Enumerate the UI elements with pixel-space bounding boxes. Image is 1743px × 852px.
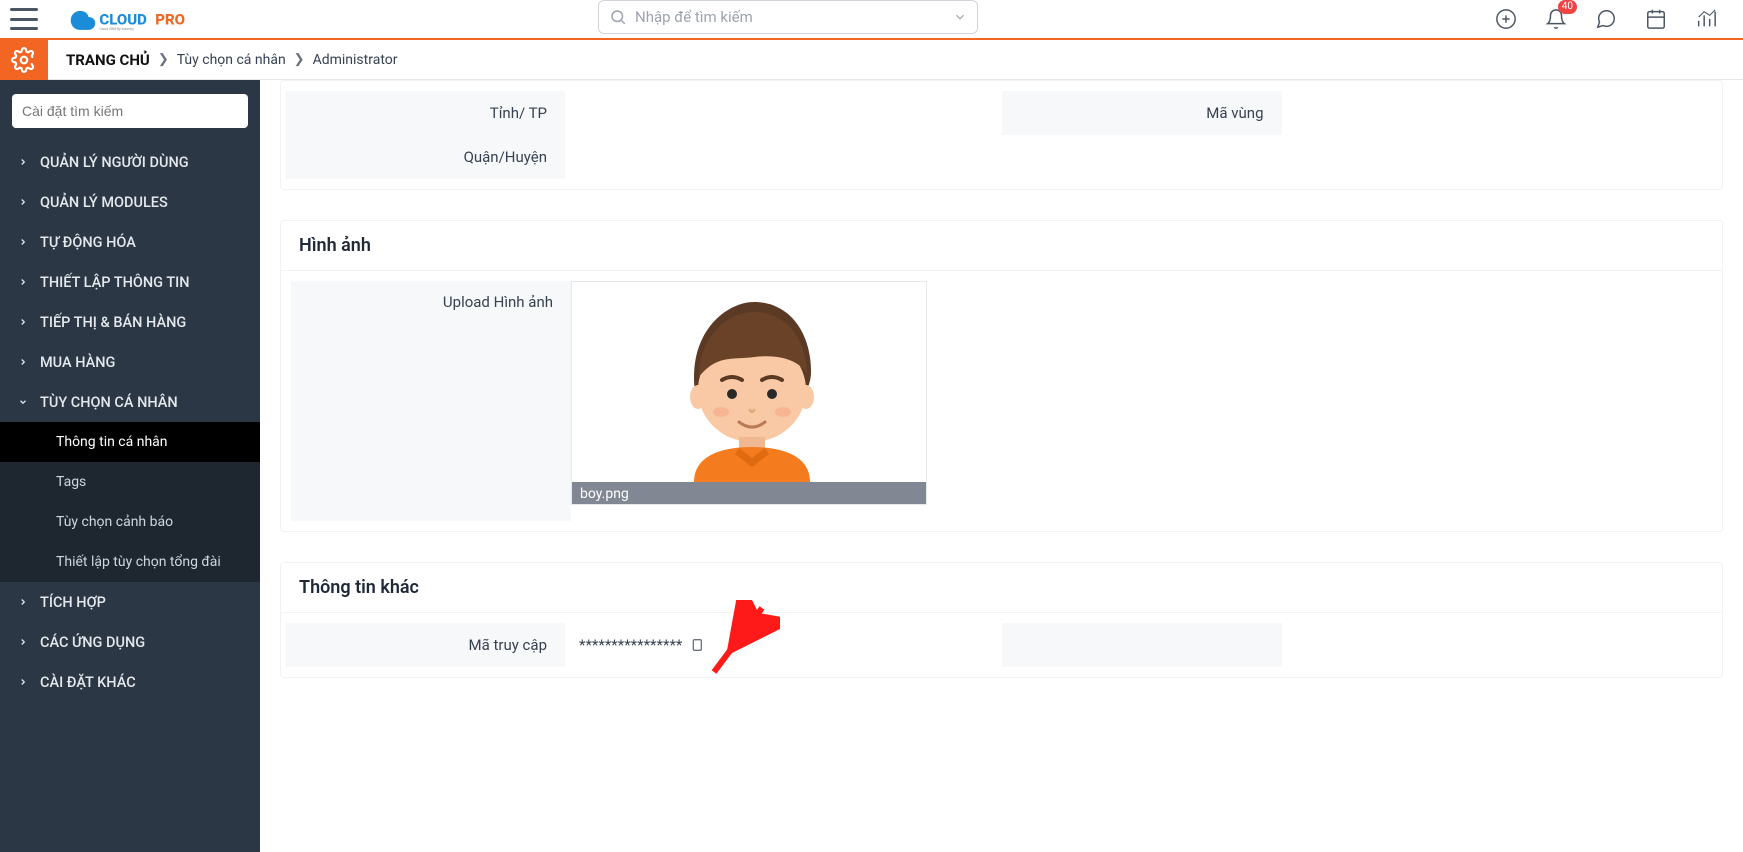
other-info-panel: Thông tin khác Mã truy cập *************… (280, 562, 1723, 678)
avatar-image (572, 282, 926, 482)
sidebar-item-purchase[interactable]: MUA HÀNG (0, 342, 260, 382)
breadcrumb: TRANG CHỦ ❯ Tùy chọn cá nhân ❯ Administr… (48, 40, 1743, 80)
plus-circle-icon (1495, 8, 1517, 30)
sidebar-item-label: TÙY CHỌN CÁ NHÂN (40, 394, 178, 411)
value-province (565, 91, 1002, 135)
notifications-button[interactable]: 40 (1545, 8, 1567, 30)
svg-text:CLOUD: CLOUD (99, 10, 147, 28)
label-access-code: Mã truy cập (285, 623, 565, 667)
sidebar-sub-tags[interactable]: Tags (0, 462, 260, 502)
sidebar-item-label: CÁC ỨNG DỤNG (40, 634, 145, 651)
value-region-code (1282, 91, 1719, 135)
breadcrumb-home[interactable]: TRANG CHỦ (66, 51, 150, 69)
messages-button[interactable] (1595, 8, 1617, 30)
sidebar-sub-alerts[interactable]: Tùy chọn cảnh báo (0, 502, 260, 542)
image-preview[interactable]: boy.png (571, 281, 927, 505)
value-district (565, 135, 1002, 179)
image-filename: boy.png (572, 482, 926, 505)
sidebar-sub-label: Thiết lập tùy chọn tổng đài (56, 554, 221, 570)
label-upload-image: Upload Hình ảnh (291, 281, 571, 521)
sidebar-item-label: TÍCH HỢP (40, 594, 106, 611)
sidebar-item-label: THIẾT LẬP THÔNG TIN (40, 274, 190, 291)
sidebar-item-modules[interactable]: QUẢN LÝ MODULES (0, 182, 260, 222)
sidebar-item-automation[interactable]: TỰ ĐỘNG HÓA (0, 222, 260, 262)
value-empty-right (1282, 623, 1719, 667)
value-access-code: **************** (565, 623, 1002, 667)
sidebar-search (12, 94, 248, 128)
hamburger-rail (0, 0, 48, 40)
other-info-title: Thông tin khác (281, 563, 1722, 613)
notif-badge: 40 (1558, 0, 1577, 14)
sidebar-item-apps[interactable]: CÁC ỨNG DỤNG (0, 622, 260, 662)
sidebar-item-personal[interactable]: TÙY CHỌN CÁ NHÂN (0, 382, 260, 422)
sidebar-item-label: QUẢN LÝ MODULES (40, 194, 168, 211)
chevron-right-icon: ❯ (158, 52, 169, 67)
image-panel-title: Hình ảnh (281, 221, 1722, 271)
svg-text:PRO: PRO (155, 10, 185, 28)
clipboard-icon (688, 637, 704, 653)
breadcrumb-current: Administrator (313, 52, 398, 68)
logo[interactable]: CLOUD PRO Cloud CRM By Industry (68, 4, 218, 34)
chevron-down-icon (953, 10, 967, 24)
sidebar-item-label: MUA HÀNG (40, 354, 115, 371)
global-search[interactable]: Nhập để tìm kiếm (598, 0, 978, 34)
sidebar-item-label: CÀI ĐẶT KHÁC (40, 674, 136, 691)
sidebar-sub-label: Thông tin cá nhân (56, 434, 168, 450)
label-district: Quận/Huyện (285, 135, 565, 179)
header-icons: 40 (1495, 8, 1743, 30)
add-button[interactable] (1495, 8, 1517, 30)
hamburger-button[interactable] (10, 8, 38, 30)
settings-rail[interactable] (0, 40, 48, 80)
sidebar-sub-callcenter[interactable]: Thiết lập tùy chọn tổng đài (0, 542, 260, 582)
top-header: CLOUD PRO Cloud CRM By Industry Nhập để … (48, 0, 1743, 40)
label-province: Tỉnh/ TP (285, 91, 565, 135)
main-content: Tỉnh/ TP Mã vùng Quận/Huyện Hình ảnh (260, 80, 1743, 852)
sidebar-item-label: TỰ ĐỘNG HÓA (40, 234, 136, 251)
sidebar-sub-label: Tùy chọn cảnh báo (56, 514, 173, 530)
breadcrumb-personal[interactable]: Tùy chọn cá nhân (177, 52, 286, 68)
sidebar-item-user-mgmt[interactable]: QUẢN LÝ NGƯỜI DÙNG (0, 142, 260, 182)
calendar-button[interactable] (1645, 8, 1667, 30)
label-region-code: Mã vùng (1002, 91, 1282, 135)
sidebar-item-label: QUẢN LÝ NGƯỜI DÙNG (40, 154, 189, 171)
svg-text:Cloud CRM By Industry: Cloud CRM By Industry (99, 27, 134, 31)
chat-icon (1595, 8, 1617, 30)
image-panel: Hình ảnh Upload Hình ảnh (280, 220, 1723, 532)
sidebar-sub-profile[interactable]: Thông tin cá nhân (0, 422, 260, 462)
sidebar-item-integration[interactable]: TÍCH HỢP (0, 582, 260, 622)
gear-icon (11, 47, 37, 73)
sidebar-item-label: TIẾP THỊ & BÁN HÀNG (40, 314, 186, 331)
sidebar-item-other[interactable]: CÀI ĐẶT KHÁC (0, 662, 260, 702)
search-placeholder: Nhập để tìm kiếm (635, 8, 953, 26)
settings-sidebar: QUẢN LÝ NGƯỜI DÙNG QUẢN LÝ MODULES TỰ ĐỘ… (0, 80, 260, 852)
sidebar-sub-label: Tags (56, 474, 86, 490)
copy-access-code-button[interactable] (688, 637, 704, 653)
calendar-icon (1645, 8, 1667, 30)
address-panel-fragment: Tỉnh/ TP Mã vùng Quận/Huyện (280, 80, 1723, 190)
chart-icon (1695, 7, 1717, 31)
sidebar-search-input[interactable] (12, 94, 248, 128)
chevron-right-icon: ❯ (294, 52, 305, 67)
analytics-button[interactable] (1695, 8, 1717, 30)
sidebar-item-config[interactable]: THIẾT LẬP THÔNG TIN (0, 262, 260, 302)
access-code-masked: **************** (579, 636, 682, 654)
sidebar-item-marketing[interactable]: TIẾP THỊ & BÁN HÀNG (0, 302, 260, 342)
search-icon (609, 8, 627, 26)
label-empty-right (1002, 623, 1282, 667)
